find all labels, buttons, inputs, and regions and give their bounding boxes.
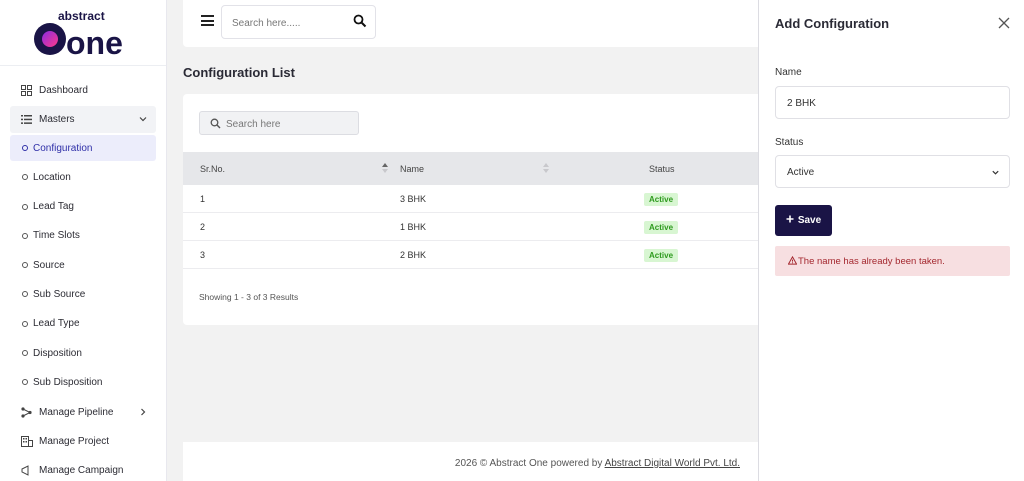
circle-icon xyxy=(22,291,28,298)
list-icon xyxy=(20,113,33,126)
add-configuration-panel: Add Configuration Name 2 BHK Status Acti… xyxy=(758,0,1024,481)
status-badge: Active xyxy=(644,249,679,262)
name-field[interactable]: 2 BHK xyxy=(775,86,1010,119)
chevron-right-icon xyxy=(138,407,148,417)
column-header-status[interactable]: Status xyxy=(649,164,675,174)
svg-text:abstract: abstract xyxy=(58,9,105,23)
sidebar-item-label: Lead Type xyxy=(33,318,80,330)
circle-icon xyxy=(22,232,28,239)
pipeline-icon xyxy=(20,406,33,419)
sidebar-item-label: Sub Disposition xyxy=(33,376,103,388)
warning-icon xyxy=(787,255,798,268)
save-button[interactable]: Save xyxy=(775,205,832,236)
sidebar-item-masters[interactable]: Masters xyxy=(10,106,156,133)
table-row[interactable]: 3 2 BHK Active xyxy=(183,241,783,269)
circle-icon xyxy=(22,145,28,151)
error-message: The name has already been taken. xyxy=(798,256,945,267)
page-title: Configuration List xyxy=(183,65,295,80)
error-alert: The name has already been taken. xyxy=(775,246,1010,276)
sidebar-item-manage-pipeline[interactable]: Manage Pipeline xyxy=(10,399,156,425)
sidebar-item-manage-project[interactable]: Manage Project xyxy=(10,428,156,454)
chevron-down-icon xyxy=(138,114,148,124)
sidebar-sub-sub-source[interactable]: Sub Source xyxy=(10,281,156,307)
status-badge: Active xyxy=(644,221,679,234)
topbar: Search here..... xyxy=(183,0,783,47)
circle-icon xyxy=(22,262,28,269)
column-header-srno[interactable]: Sr.No. xyxy=(200,164,225,174)
campaign-icon xyxy=(20,464,33,477)
circle-icon xyxy=(22,203,28,210)
panel-title: Add Configuration xyxy=(775,16,890,31)
sidebar-item-label: Lead Tag xyxy=(33,201,74,213)
building-icon xyxy=(20,435,33,448)
sidebar-item-label: Source xyxy=(33,259,65,271)
status-badge: Active xyxy=(644,193,679,206)
sidebar-item-label: Location xyxy=(33,171,71,183)
status-select[interactable]: Active xyxy=(775,155,1010,188)
search-placeholder: Search here..... xyxy=(232,18,301,29)
cell-name: 1 BHK xyxy=(400,222,427,232)
sidebar-sub-time-slots[interactable]: Time Slots xyxy=(10,223,156,249)
sidebar-item-label: Masters xyxy=(39,114,75,125)
footer: 2026 © Abstract One powered by Abstract … xyxy=(183,442,783,481)
cell-srno: 2 xyxy=(200,222,206,232)
sidebar-sub-configuration[interactable]: Configuration xyxy=(10,135,156,161)
logo[interactable]: abstract one xyxy=(0,0,166,66)
sidebar-item-label: Disposition xyxy=(33,347,82,359)
svg-text:one: one xyxy=(66,25,123,58)
search-icon xyxy=(210,118,221,132)
sidebar-item-label: Time Slots xyxy=(33,230,80,242)
circle-icon xyxy=(22,350,28,357)
sidebar-sub-lead-tag[interactable]: Lead Tag xyxy=(10,194,156,220)
sidebar-item-label: Manage Project xyxy=(39,435,110,447)
sidebar-item-label: Manage Campaign xyxy=(39,464,124,476)
sidebar-item-label: Manage Pipeline xyxy=(39,406,114,418)
search-icon[interactable] xyxy=(353,14,367,31)
sidebar-item-dashboard[interactable]: Dashboard xyxy=(10,77,156,103)
table-header: Sr.No. Name Status xyxy=(183,152,783,185)
status-label: Status xyxy=(775,137,804,148)
sidebar-sub-location[interactable]: Location xyxy=(10,164,156,190)
sidebar-item-label: Dashboard xyxy=(39,84,88,96)
sort-icon[interactable] xyxy=(543,162,549,174)
cell-name: 3 BHK xyxy=(400,194,427,204)
table-row[interactable]: 2 1 BHK Active xyxy=(183,213,783,241)
search-placeholder: Search here xyxy=(226,119,281,130)
chevron-down-icon xyxy=(991,168,1000,180)
pagination-summary: Showing 1 - 3 of 3 Results xyxy=(199,292,299,302)
sidebar-sub-disposition[interactable]: Disposition xyxy=(10,340,156,366)
table-search-input[interactable]: Search here xyxy=(199,111,359,135)
configuration-table-card: Search here Sr.No. Name Status 1 3 BHK A… xyxy=(183,94,783,325)
sidebar-sub-source[interactable]: Source xyxy=(10,252,156,278)
name-value: 2 BHK xyxy=(787,98,816,109)
sidebar-item-label: Configuration xyxy=(33,142,93,154)
circle-icon xyxy=(22,379,28,386)
cell-name: 2 BHK xyxy=(400,250,427,260)
search-input[interactable]: Search here..... xyxy=(221,5,376,39)
sidebar-item-manage-campaign[interactable]: Manage Campaign xyxy=(10,457,156,481)
table-row[interactable]: 1 3 BHK Active xyxy=(183,185,783,213)
sidebar-sub-lead-type[interactable]: Lead Type xyxy=(10,311,156,337)
status-value: Active xyxy=(787,167,815,178)
circle-icon xyxy=(22,320,28,327)
sidebar: abstract one Dashboard Masters Configura… xyxy=(0,0,167,481)
column-header-name[interactable]: Name xyxy=(400,164,424,174)
cell-srno: 3 xyxy=(200,250,206,260)
close-icon[interactable] xyxy=(998,17,1010,29)
footer-text: 2026 © Abstract One powered by xyxy=(454,458,605,469)
grid-icon xyxy=(20,84,33,97)
footer-link[interactable]: Abstract Digital World Pvt. Ltd. xyxy=(605,458,740,469)
cell-srno: 1 xyxy=(200,194,206,204)
sort-icon[interactable] xyxy=(382,162,388,174)
save-label: Save xyxy=(797,215,822,226)
sidebar-sub-sub-disposition[interactable]: Sub Disposition xyxy=(10,369,156,395)
menu-icon[interactable] xyxy=(201,15,214,26)
sidebar-item-label: Sub Source xyxy=(33,288,86,300)
circle-icon xyxy=(22,174,28,181)
plus-icon xyxy=(786,215,794,226)
name-label: Name xyxy=(775,67,802,78)
